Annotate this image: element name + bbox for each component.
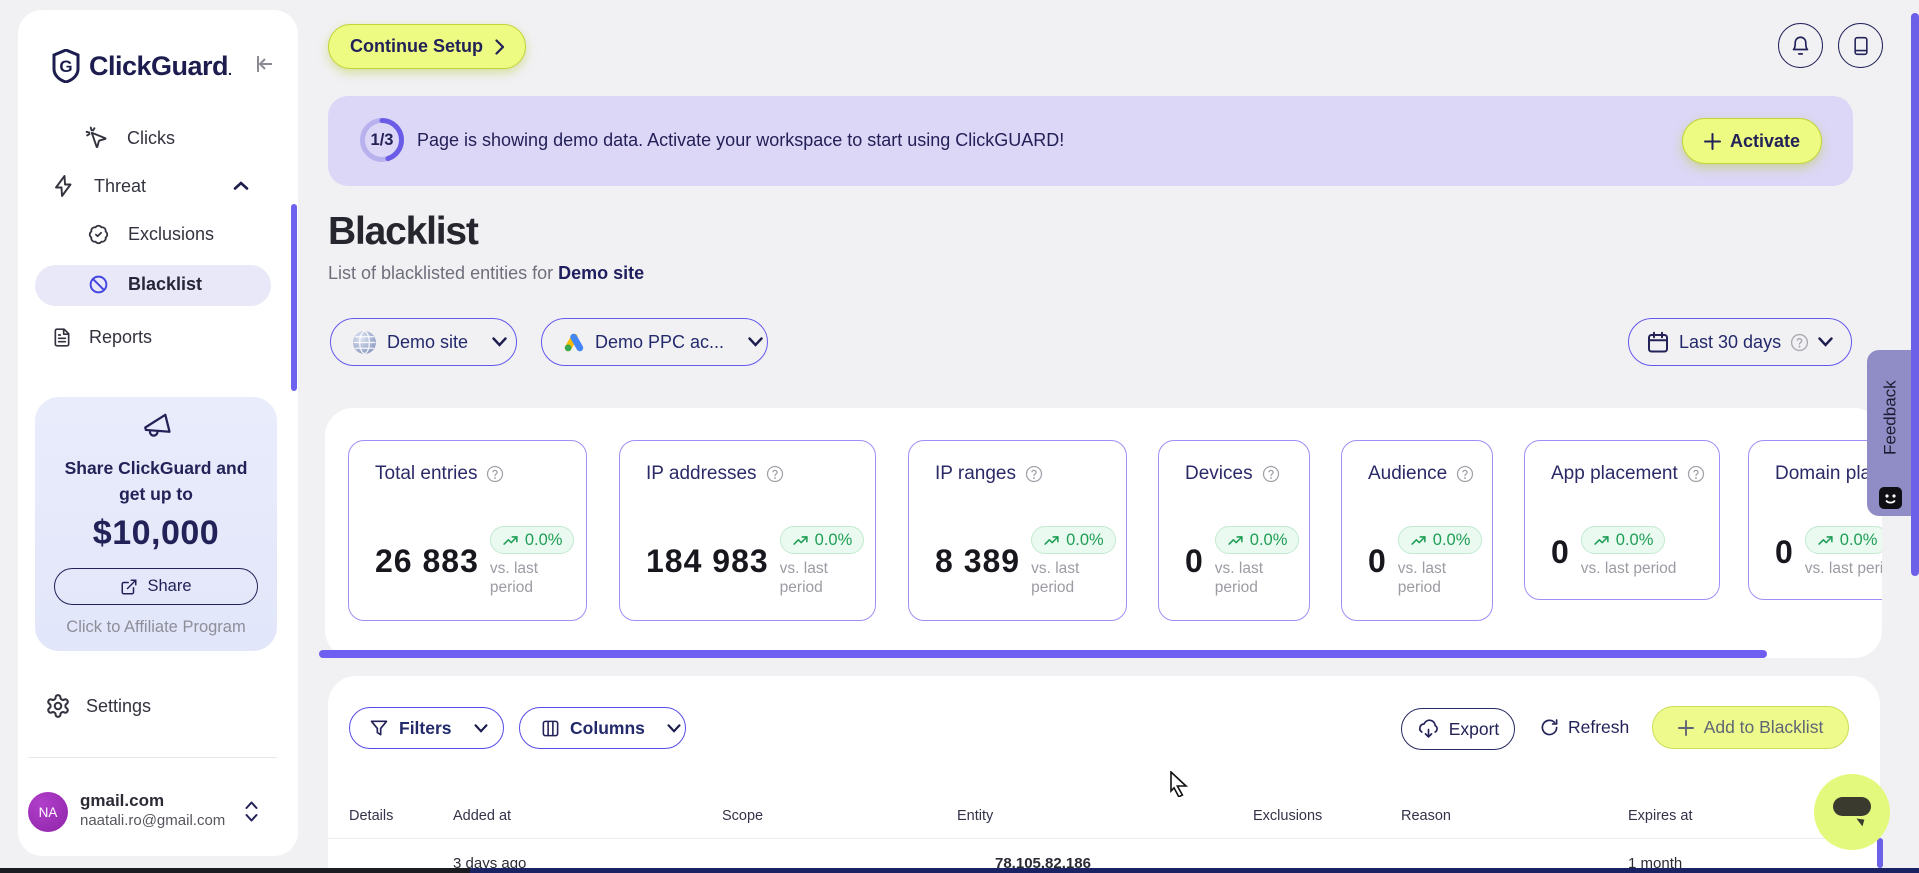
svg-text:G: G — [59, 57, 72, 76]
